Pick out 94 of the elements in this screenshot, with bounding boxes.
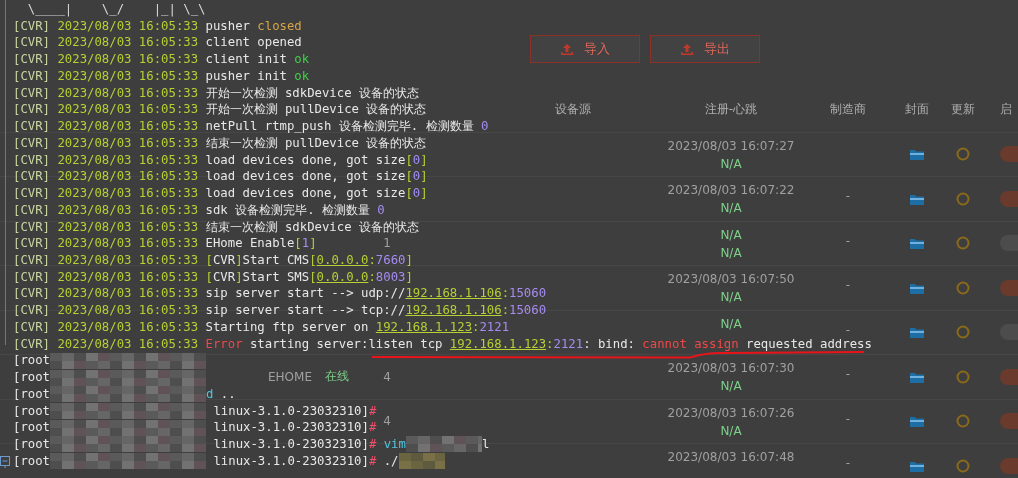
- collapse-icon[interactable]: [0, 456, 10, 468]
- status-text: 在线: [325, 368, 349, 386]
- column-header: 更新: [950, 101, 976, 119]
- circle-icon[interactable]: [956, 236, 970, 251]
- column-header: 启: [999, 101, 1013, 119]
- log-line: [CVR] 2023/08/03 16:05:33 sip server start --> udp://192.168.1.106:15060: [13, 285, 547, 303]
- upload-button[interactable]: 导出: [650, 35, 760, 63]
- shell-text: [root: [13, 402, 51, 420]
- ascii-art-text: \____| \_/ |_| \_\: [26, 1, 206, 18]
- table-cell: -: [845, 189, 851, 203]
- shell-text: ..: [219, 385, 236, 403]
- folder-icon[interactable]: [910, 459, 924, 472]
- table-cell-text: 2023/08/03 16:07:22: [667, 182, 795, 199]
- log-line: [CVR] 2023/08/03 16:05:33 load devices done, got size[0]: [13, 168, 428, 186]
- log-line: [CVR] 2023/08/03 16:05:33 开始一次检测 sdkDevice 设备的状态: [13, 84, 419, 102]
- shell-text: #: [368, 436, 377, 453]
- shell-text: #: [368, 419, 377, 437]
- log-line: [CVR] 2023/08/03 16:05:33 Starting ftp server on 192.168.1.123:2121: [13, 318, 510, 336]
- table-cell: -: [845, 322, 851, 337]
- shell-text: d: [206, 385, 214, 403]
- table-cell: -: [845, 278, 851, 292]
- circle-icon[interactable]: [956, 325, 970, 340]
- column-header: 制造商: [829, 101, 867, 119]
- table-cell-text: 2023/08/03 16:07:27: [667, 137, 795, 155]
- log-line: [CVR] 2023/08/03 16:05:33 结束一次检测 pullDevice 设备的状态: [13, 134, 427, 152]
- upload-icon: [560, 42, 574, 56]
- shell-text: linux-3.1.0-23032310]: [212, 452, 369, 470]
- circle-icon[interactable]: [956, 369, 970, 384]
- table-cell: -: [845, 233, 851, 248]
- log-line: [CVR] 2023/08/03 16:05:33 结束一次检测 sdkDevice 设备的状态: [13, 218, 419, 236]
- table-cell-text: N/A: [720, 422, 742, 440]
- upload-button[interactable]: 导入: [530, 35, 640, 63]
- table-cell-text: N/A: [720, 315, 742, 333]
- column-header: 设备源: [554, 101, 592, 119]
- table-cell-text: N/A: [720, 244, 742, 262]
- shell-text: [root: [13, 452, 51, 470]
- shell-text: [root: [13, 419, 51, 437]
- log-line: [CVR] 2023/08/03 16:05:33 sdk 设备检测完毕. 检测数量 0: [13, 201, 385, 219]
- log-line: [CVR] 2023/08/03 16:05:33 sip server start --> tcp://192.168.1.106:15060: [13, 302, 547, 319]
- table-cell: 4: [383, 414, 391, 429]
- shell-text: vim: [382, 436, 406, 453]
- table-cell-text: 2023/08/03 16:07:48: [667, 449, 795, 466]
- log-line: [CVR] 2023/08/03 16:05:33 Error starting server:listen tcp 192.168.1.123:2121: bind: cannot assign requested address: [13, 335, 872, 353]
- circle-icon[interactable]: [956, 147, 970, 162]
- folder-icon[interactable]: [910, 237, 924, 250]
- column-header: 注册-心跳: [703, 101, 759, 119]
- log-line: [CVR] 2023/08/03 16:05:33 netPull rtmp_push 设备检测完毕. 检测数量 0: [13, 118, 489, 135]
- log-line: [CVR] 2023/08/03 16:05:33 pusher init ok: [13, 67, 310, 85]
- folder-icon[interactable]: [910, 148, 924, 161]
- table-cell: -: [845, 456, 851, 470]
- folder-icon[interactable]: [910, 415, 924, 428]
- folder-icon[interactable]: [910, 370, 924, 383]
- shell-text: [root: [13, 369, 51, 386]
- circle-icon[interactable]: [956, 191, 970, 206]
- log-line: [CVR] 2023/08/03 16:05:33 client init ok: [13, 51, 310, 68]
- log-line: [CVR] 2023/08/03 16:05:33 [CVR]Start CMS[0.0.0.0:7660]: [13, 252, 413, 269]
- table-cell-text: N/A: [720, 155, 742, 173]
- log-line: [CVR] 2023/08/03 16:05:33 pusher closed: [13, 17, 302, 35]
- upload-icon: [680, 42, 694, 56]
- folder-icon[interactable]: [910, 281, 924, 294]
- shell-text: #: [368, 402, 377, 420]
- log-line: [CVR] 2023/08/03 16:05:33 client opened: [13, 34, 302, 52]
- table-cell-text: 2023/08/03 16:07:50: [667, 271, 795, 288]
- column-header: 封面: [904, 101, 930, 119]
- table-cell: -: [845, 411, 851, 426]
- folder-icon[interactable]: [910, 326, 924, 339]
- circle-icon[interactable]: [956, 280, 970, 295]
- shell-text: [root: [13, 352, 51, 370]
- table-cell-text: 2023/08/03 16:07:26: [667, 404, 795, 422]
- shell-text: linux-3.1.0-23032310]: [212, 419, 369, 437]
- circle-icon[interactable]: [956, 414, 970, 429]
- table-cell: 4: [383, 369, 391, 384]
- folder-icon[interactable]: [910, 192, 924, 205]
- shell-text: linux-3.1.0-23032310]: [212, 436, 369, 453]
- table-cell: EHOME: [268, 369, 312, 384]
- log-line: [CVR] 2023/08/03 16:05:33 load devices done, got size[0]: [13, 151, 428, 169]
- shell-text: linux-3.1.0-23032310]: [212, 402, 369, 420]
- table-cell: -: [845, 367, 851, 381]
- log-line: [CVR] 2023/08/03 16:05:33 开始一次检测 pullDevice 设备的状态: [13, 101, 427, 119]
- shell-text: ./: [382, 452, 399, 470]
- log-line: [CVR] 2023/08/03 16:05:33 load devices done, got size[0]: [13, 185, 428, 202]
- table-cell-text: N/A: [720, 200, 742, 217]
- table-cell-text: N/A: [720, 289, 742, 306]
- shell-text: [root: [13, 385, 51, 403]
- table-cell-text: N/A: [720, 378, 742, 395]
- circle-icon[interactable]: [956, 458, 970, 473]
- table-cell-text: N/A: [720, 226, 742, 244]
- log-line: [CVR] 2023/08/03 16:05:33 EHome Enable[1]: [13, 235, 317, 252]
- table-cell: 1: [383, 236, 391, 251]
- table-cell-text: 2023/08/03 16:07:30: [667, 360, 795, 377]
- log-line: [CVR] 2023/08/03 16:05:33 [CVR]Start SMS[0.0.0.0:8003]: [13, 268, 413, 286]
- shell-text: l: [481, 436, 490, 453]
- shell-text: [root: [13, 436, 51, 453]
- shell-text: #: [368, 452, 377, 470]
